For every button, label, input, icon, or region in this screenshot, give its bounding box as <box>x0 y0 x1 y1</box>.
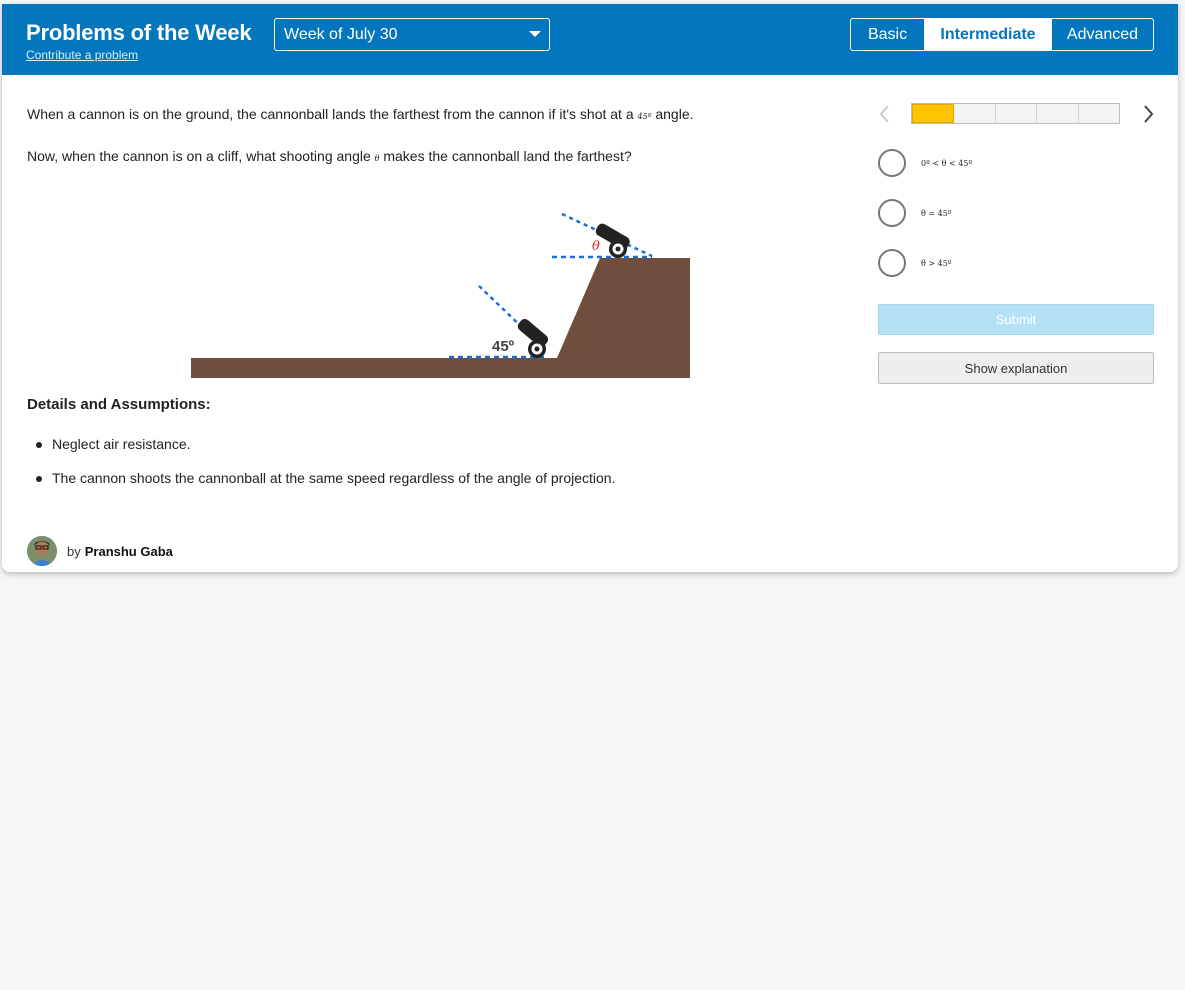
level-basic-button[interactable]: Basic <box>851 19 924 50</box>
answer-choice-1[interactable]: 0º < θ < 45º <box>878 149 1118 177</box>
cliff-angle-label: θ <box>592 239 600 254</box>
progress-segment <box>912 104 955 123</box>
bullet-icon <box>36 442 42 448</box>
chevron-left-icon <box>879 105 889 123</box>
ground-cannon-icon <box>517 318 549 358</box>
week-select-value: Week of July 30 <box>284 26 398 43</box>
author-line: by Pranshu Gaba <box>27 536 173 566</box>
progress-segment <box>954 104 996 123</box>
chevron-right-icon <box>1144 105 1154 123</box>
bullet-icon <box>36 476 42 482</box>
progress-segment <box>1037 104 1079 123</box>
problem-statement-line-2: Now, when the cannon is on a cliff, what… <box>27 148 632 164</box>
assumptions-list: Neglect air resistance. The cannon shoot… <box>27 436 616 504</box>
progress-segment <box>995 104 1038 123</box>
chevron-down-icon <box>529 31 541 37</box>
show-explanation-button[interactable]: Show explanation <box>878 352 1154 384</box>
progress-segment <box>1078 104 1120 123</box>
header-bar: Problems of the Week Contribute a proble… <box>2 4 1178 75</box>
assumption-text: Neglect air resistance. <box>52 436 191 452</box>
statement-text: Now, when the cannon is on a cliff, what… <box>27 148 371 164</box>
previous-problem-button[interactable] <box>875 103 895 125</box>
avatar[interactable] <box>27 536 57 566</box>
week-select[interactable]: Week of July 30 <box>274 18 550 51</box>
theta-math: θ <box>374 154 380 163</box>
details-title: Details and Assumptions: <box>27 396 211 413</box>
contribute-link[interactable]: Contribute a problem <box>26 48 138 62</box>
assumption-text: The cannon shoots the cannonball at the … <box>52 470 616 486</box>
submit-button[interactable]: Submit <box>878 304 1154 335</box>
problem-card: Problems of the Week Contribute a proble… <box>2 4 1178 572</box>
cannon-cliff-figure: 45º θ <box>191 212 690 378</box>
statement-text: angle. <box>655 106 694 122</box>
radio-button[interactable] <box>878 149 906 177</box>
statement-text: When a cannon is on the ground, the cann… <box>27 106 634 122</box>
statement-text: makes the cannonball land the farthest? <box>383 148 632 164</box>
problem-statement-line-1: When a cannon is on the ground, the cann… <box>27 106 694 122</box>
angle-math: 45º <box>637 112 652 121</box>
level-intermediate-button[interactable]: Intermediate <box>924 19 1051 50</box>
list-item: Neglect air resistance. <box>27 436 616 470</box>
answer-choice-2[interactable]: θ = 45º <box>878 199 1118 227</box>
list-item: The cannon shoots the cannonball at the … <box>27 470 616 504</box>
choice-label: θ > 45º <box>921 258 952 268</box>
next-problem-button[interactable] <box>1138 103 1158 125</box>
radio-button[interactable] <box>878 249 906 277</box>
choice-label: 0º < θ < 45º <box>921 158 973 168</box>
level-toggle: Basic Intermediate Advanced <box>850 18 1154 51</box>
cliff-terrain <box>191 258 690 378</box>
author-name[interactable]: Pranshu Gaba <box>85 544 173 559</box>
ground-angle-label: 45º <box>492 338 515 355</box>
level-advanced-button[interactable]: Advanced <box>1051 19 1153 50</box>
problem-progress-bar <box>911 103 1120 124</box>
answer-choice-3[interactable]: θ > 45º <box>878 249 1118 277</box>
page-title: Problems of the Week <box>26 20 252 45</box>
author-by-label: by <box>67 543 81 559</box>
radio-button[interactable] <box>878 199 906 227</box>
choice-label: θ = 45º <box>921 208 952 218</box>
